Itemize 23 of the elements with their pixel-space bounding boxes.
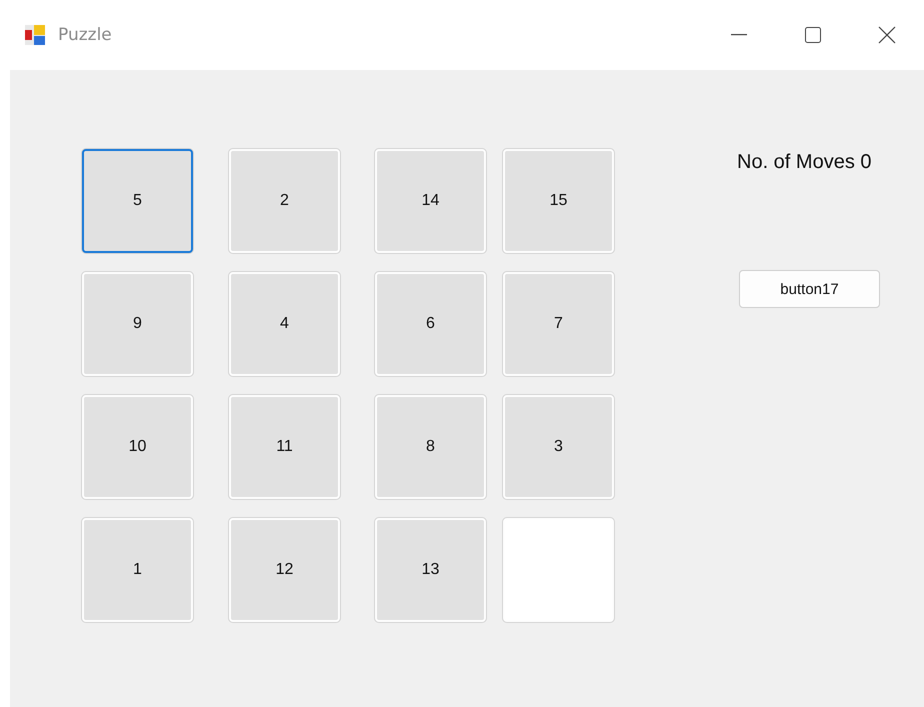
tile-button[interactable]: 12 [229,518,340,622]
window-title: Puzzle [58,25,112,45]
tile-button[interactable]: 7 [503,272,614,376]
tile-button[interactable]: 11 [229,395,340,499]
action-button[interactable]: button17 [739,270,880,308]
app-icon [24,24,46,46]
tile-button[interactable]: 14 [375,149,486,253]
empty-tile[interactable] [503,518,614,622]
maximize-icon [805,27,821,43]
tile-button[interactable]: 8 [375,395,486,499]
tile-button[interactable]: 4 [229,272,340,376]
moves-label: No. of Moves 0 [737,151,873,174]
tile-button[interactable]: 5 [82,149,193,253]
close-icon [878,26,896,44]
minimize-icon [731,34,747,36]
tile-button[interactable]: 6 [375,272,486,376]
tile-button[interactable]: 2 [229,149,340,253]
tile-button[interactable]: 1 [82,518,193,622]
tile-button[interactable]: 9 [82,272,193,376]
tile-button[interactable]: 10 [82,395,193,499]
tile-button[interactable]: 3 [503,395,614,499]
tile-button[interactable]: 15 [503,149,614,253]
tile-button[interactable]: 13 [375,518,486,622]
